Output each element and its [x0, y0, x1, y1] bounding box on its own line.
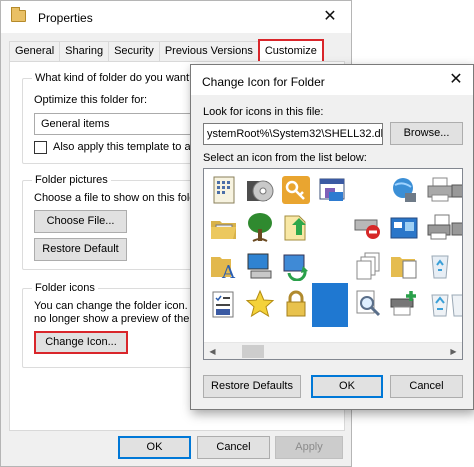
change-icon-title: Change Icon for Folder [202, 75, 325, 89]
recycle-bin-empty-icon[interactable] [420, 247, 460, 285]
sync-folder-icon[interactable] [276, 247, 316, 285]
restore-default-button[interactable]: Restore Default [34, 238, 127, 261]
folder-file-icon[interactable] [384, 247, 424, 285]
selected-blank-icon[interactable] [312, 283, 348, 327]
icon-list[interactable]: A ◀ ▶ [203, 168, 463, 360]
shortcut-arrow-icon[interactable] [276, 209, 316, 247]
folder-icon [11, 7, 26, 22]
network-globe-icon[interactable] [384, 171, 424, 209]
cd-drive-icon[interactable] [240, 171, 280, 209]
icon-ok-button[interactable]: OK [311, 375, 383, 398]
change-icon-button[interactable]: Change Icon... [34, 331, 128, 354]
browse-button[interactable]: Browse... [390, 122, 463, 145]
change-icon-titlebar: Change Icon for Folder ✕ [191, 65, 473, 95]
horizontal-scrollbar[interactable]: ◀ ▶ [204, 342, 462, 359]
scroll-right-arrow-icon[interactable]: ▶ [445, 343, 462, 359]
folder-icons-group-label: Folder icons [32, 282, 98, 294]
close-icon[interactable]: ✕ [445, 69, 467, 91]
computer-icon[interactable] [240, 247, 280, 285]
tab-previous-versions[interactable]: Previous Versions [158, 41, 259, 61]
padlock-icon[interactable] [276, 285, 316, 323]
tab-security[interactable]: Security [108, 41, 160, 61]
program-window-icon[interactable] [312, 171, 352, 209]
properties-titlebar: Properties ✕ [1, 1, 351, 33]
change-icon-dialog: Change Icon for Folder ✕ Look for icons … [190, 64, 474, 410]
star-icon[interactable] [240, 285, 280, 323]
recycle-bin-icon[interactable] [450, 209, 462, 247]
ok-button[interactable]: OK [118, 436, 191, 459]
apply-button[interactable]: Apply [275, 436, 343, 459]
tab-customize[interactable]: Customize [257, 39, 324, 61]
close-icon[interactable]: ✕ [319, 6, 341, 28]
generic-file-icon[interactable] [204, 171, 244, 209]
apply-template-checkbox[interactable] [34, 141, 47, 154]
scroll-thumb[interactable] [242, 345, 264, 358]
magnifier-file-icon[interactable] [348, 285, 388, 323]
tab-general[interactable]: General [9, 41, 61, 61]
open-folder-icon[interactable] [204, 209, 244, 247]
no-entry-device-icon[interactable] [348, 209, 388, 247]
network-add-icon[interactable] [384, 285, 424, 323]
properties-title: Properties [38, 11, 93, 25]
look-for-label: Look for icons in this file: [203, 106, 324, 118]
font-folder-icon[interactable]: A [204, 247, 244, 285]
recycle-bin-clean-icon[interactable] [450, 285, 462, 323]
tree-icon[interactable] [240, 209, 280, 247]
cancel-button[interactable]: Cancel [197, 436, 270, 459]
documents-stack-icon[interactable] [348, 247, 388, 285]
folder-type-group-label: What kind of folder do you want? [32, 72, 199, 84]
scroll-left-arrow-icon[interactable]: ◀ [204, 343, 221, 359]
svg-text:A: A [221, 262, 236, 281]
folder-icons-desc-1: You can change the folder icon. If [34, 300, 197, 312]
folder-icons-desc-2: no longer show a preview of the fo [34, 313, 202, 325]
apply-template-label: Also apply this template to all su [53, 141, 211, 153]
optimize-prompt: Optimize this folder for: [34, 94, 148, 106]
icon-cancel-button[interactable]: Cancel [390, 375, 463, 398]
network-printer-icon[interactable] [450, 171, 462, 209]
tab-strip: General Sharing Security Previous Versio… [9, 39, 324, 62]
desktop-icon[interactable] [384, 209, 424, 247]
icon-file-path-input[interactable]: ystemRoot%\System32\SHELL32.dll [203, 123, 383, 145]
key-icon[interactable] [276, 171, 316, 209]
select-icon-label: Select an icon from the list below: [203, 152, 367, 164]
folder-pictures-prompt: Choose a file to show on this folder [34, 192, 206, 204]
folder-pictures-group-label: Folder pictures [32, 174, 111, 186]
tab-sharing[interactable]: Sharing [59, 41, 110, 61]
choose-file-button[interactable]: Choose File... [34, 210, 127, 233]
restore-defaults-button[interactable]: Restore Defaults [203, 375, 301, 398]
checklist-icon[interactable] [204, 285, 244, 323]
